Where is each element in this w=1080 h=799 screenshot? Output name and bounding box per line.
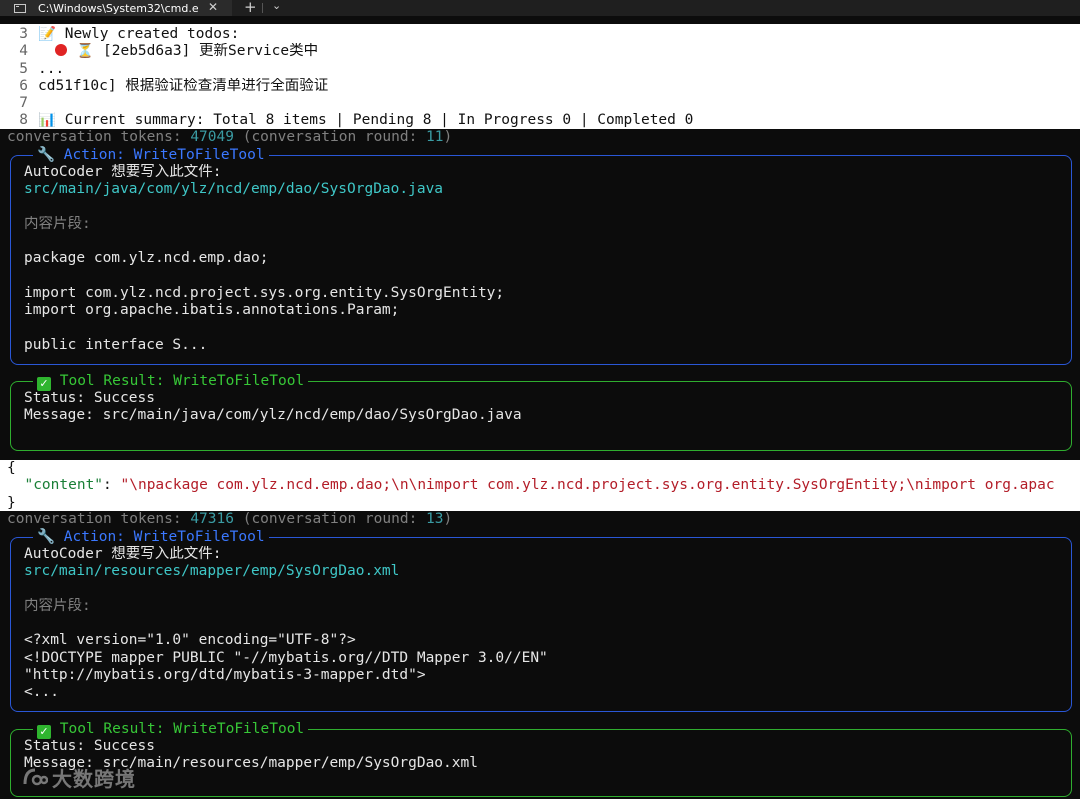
code-line: <?xml version="1.0" encoding="UTF-8"?>	[24, 632, 356, 649]
tool-result-panel: ✓ Tool Result: WriteToFileTool Status: S…	[10, 372, 1072, 451]
wrench-icon: 🔧	[37, 147, 56, 163]
code-line: "http://mybatis.org/dtd/mybatis-3-mapper…	[24, 667, 426, 684]
code-line: public interface S...	[24, 336, 208, 353]
code-line: <!DOCTYPE mapper PUBLIC "-//mybatis.org/…	[24, 649, 548, 666]
check-icon: ✓	[37, 377, 51, 391]
panel-title: 🔧 Action: WriteToFileTool	[33, 528, 269, 546]
code-line: import org.apache.ibatis.annotations.Par…	[24, 302, 400, 319]
status-value: Success	[93, 738, 155, 754]
code-line: <...	[24, 684, 59, 701]
json-output-block: { "content": "\npackage com.ylz.ncd.emp.…	[0, 460, 1080, 511]
watermark-text: 大数跨境	[52, 766, 136, 791]
terminal-icon	[14, 3, 26, 13]
chevron-down-icon[interactable]: ⌄	[272, 0, 281, 12]
message-line: Message: src/main/java/com/ylz/ncd/emp/d…	[24, 407, 522, 424]
output-line: 5...	[19, 60, 65, 77]
wrench-icon: 🔧	[37, 529, 56, 545]
panel-title: ✓ Tool Result: WriteToFileTool	[33, 372, 309, 391]
panel-title: 🔧 Action: WriteToFileTool	[33, 146, 269, 164]
output-line: 4 ⏳ [2eb5d6a3] 更新Service类中	[19, 43, 319, 60]
conversation-tokens-line: conversation tokens: 47316 (conversation…	[7, 511, 453, 527]
watermark-logo-icon	[23, 768, 48, 786]
memo-icon: 📝	[38, 26, 57, 42]
action-intro: AutoCoder 想要写入此文件:	[24, 164, 222, 180]
status-line: Status: Success	[24, 390, 155, 406]
output-line: 7	[19, 95, 28, 112]
red-circle-icon	[55, 44, 68, 57]
terminal-tab[interactable]: C:\Windows\System32\cmd.ex ✕	[0, 0, 232, 16]
output-line: 8 📊 Current summary: Total 8 items | Pend…	[19, 112, 694, 129]
panel-title: ✓ Tool Result: WriteToFileTool	[33, 720, 309, 739]
file-path: src/main/java/com/ylz/ncd/emp/dao/SysOrg…	[24, 181, 444, 198]
action-panel: 🔧 Action: WriteToFileTool AutoCoder 想要写入…	[10, 528, 1072, 712]
tab-title: C:\Windows\System32\cmd.ex	[38, 1, 198, 15]
tab-divider	[262, 3, 263, 13]
snippet-label: 内容片段:	[24, 215, 91, 232]
action-panel: 🔧 Action: WriteToFileTool AutoCoder 想要写入…	[10, 146, 1072, 365]
tool-result-panel: ✓ Tool Result: WriteToFileTool Status: S…	[10, 720, 1072, 797]
output-line: 3 📝 Newly created todos:	[19, 26, 240, 42]
json-content-line: "content": "\npackage com.ylz.ncd.emp.da…	[24, 477, 1055, 494]
conversation-tokens-line: conversation tokens: 47049 (conversation…	[7, 129, 453, 145]
file-path: src/main/resources/mapper/emp/SysOrgDao.…	[24, 563, 400, 580]
action-intro: AutoCoder 想要写入此文件:	[24, 546, 222, 562]
new-tab-button[interactable]: +	[244, 0, 257, 16]
close-icon[interactable]: ✕	[208, 0, 218, 14]
status-line: Status: Success	[24, 738, 155, 754]
todo-output-block: 3 📝 Newly created todos: 4 ⏳ [2eb5d6a3] 更…	[0, 24, 1080, 129]
output-line: 6 cd51f10c] 根据验证检查清单进行全面验证	[19, 77, 329, 94]
status-value: Success	[93, 390, 155, 406]
code-line: package com.ylz.ncd.emp.dao;	[24, 250, 269, 267]
code-line: import com.ylz.ncd.project.sys.org.entit…	[24, 285, 505, 302]
bar-chart-icon: 📊	[38, 112, 57, 129]
check-icon: ✓	[37, 725, 51, 739]
snippet-label: 内容片段:	[24, 597, 91, 614]
tab-bar: C:\Windows\System32\cmd.ex ✕ + ⌄	[0, 0, 1080, 16]
watermark: 大数跨境	[22, 762, 136, 792]
hourglass-icon: ⏳	[76, 43, 95, 60]
